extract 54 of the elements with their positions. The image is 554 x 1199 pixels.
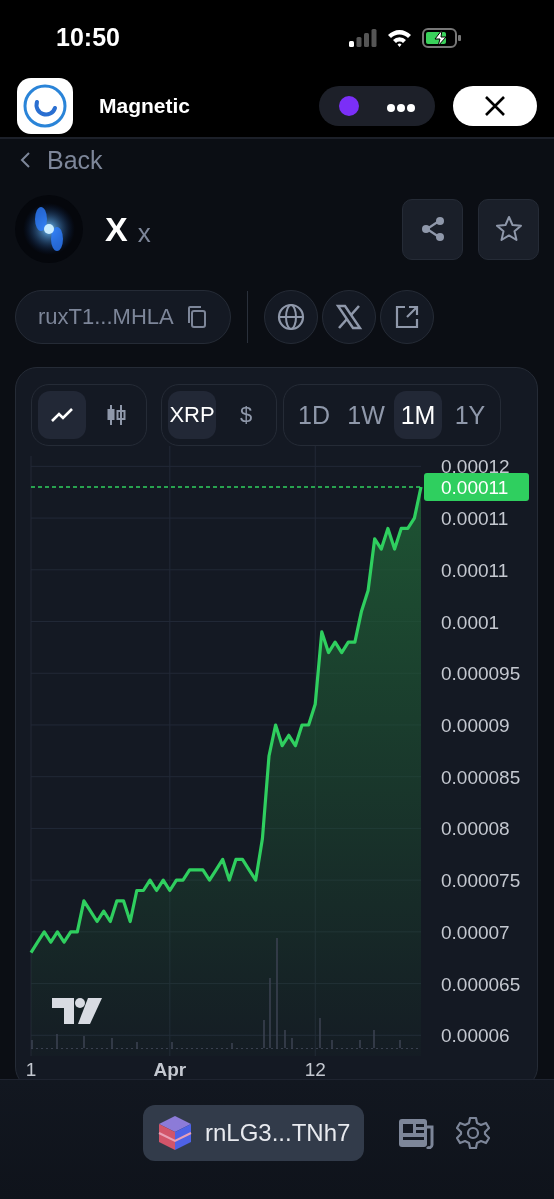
social-x-button[interactable] <box>321 290 376 344</box>
range-tab[interactable]: 1M <box>394 391 442 439</box>
y-axis-label: 0.00006 <box>441 1025 510 1047</box>
y-axis-label: 0.000085 <box>441 766 521 788</box>
x-logo-icon <box>334 303 363 331</box>
battery-icon <box>422 27 462 48</box>
copy-address-button[interactable]: ruxT1...MHLA <box>15 290 231 344</box>
status-dots-icon <box>337 94 417 118</box>
y-axis-label: 0.00008 <box>441 818 510 840</box>
close-icon <box>483 94 507 118</box>
favorite-button[interactable] <box>478 198 539 260</box>
y-axis-label: 0.00009 <box>441 714 510 736</box>
signal-icon <box>349 28 377 47</box>
y-axis-label: 0.000075 <box>441 870 521 892</box>
price-badge-label: 0.00011 <box>441 477 509 499</box>
y-axis-label: 0.00012 <box>441 456 510 478</box>
copy-icon <box>185 305 208 329</box>
x-axis-label: 1 <box>25 1059 37 1080</box>
y-axis-label: 0.00011 <box>441 559 509 581</box>
settings-icon <box>456 1116 491 1150</box>
token-name: X <box>105 209 128 249</box>
currency-tab[interactable]: XRP <box>168 391 216 439</box>
tradingview-logo <box>52 998 102 1024</box>
x-axis-label: Apr <box>153 1059 187 1080</box>
range-tab[interactable]: 1Y <box>446 391 494 439</box>
star-icon <box>493 214 524 244</box>
wallet-button[interactable]: rnLG3...TNh7 <box>143 1105 365 1161</box>
y-axis-label: 0.000095 <box>441 663 521 685</box>
app-title: Magnetic <box>99 94 191 118</box>
close-button[interactable] <box>453 86 537 126</box>
currency-tab[interactable]: $ <box>222 391 270 439</box>
external-link-button[interactable] <box>379 290 434 344</box>
range-tab[interactable]: 1D <box>290 391 338 439</box>
candlestick-icon <box>105 403 127 427</box>
newspaper-icon <box>398 1117 435 1149</box>
y-axis-label: 0.000065 <box>441 973 521 995</box>
y-axis-label: 0.00007 <box>441 921 510 943</box>
app-logo <box>17 78 73 134</box>
back-button[interactable]: Back <box>15 141 103 179</box>
y-axis-label: 0.00011 <box>441 508 509 530</box>
globe-icon <box>275 302 306 332</box>
website-button[interactable] <box>263 290 318 344</box>
more-menu-button[interactable] <box>319 86 435 126</box>
cube-icon <box>157 1114 193 1152</box>
status-time: 10:50 <box>56 23 120 52</box>
line-chart-icon <box>50 406 74 424</box>
wifi-icon <box>387 28 412 47</box>
x-axis-label: 12 <box>304 1059 326 1080</box>
y-axis-label: 0.0001 <box>441 611 500 633</box>
chevron-left-icon <box>19 150 33 170</box>
token-symbol: x <box>137 217 151 249</box>
share-button[interactable] <box>402 198 463 260</box>
line-chart-button[interactable] <box>38 391 86 439</box>
range-tab[interactable]: 1W <box>342 391 390 439</box>
